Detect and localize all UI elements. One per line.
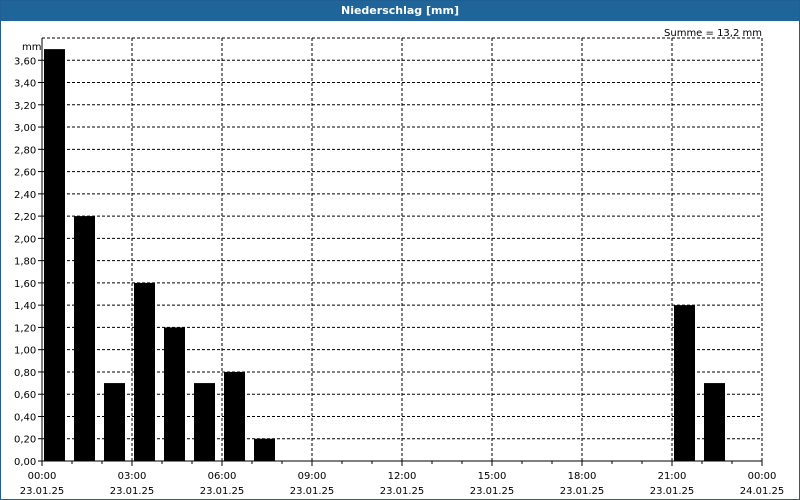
x-tick-time: 00:00 <box>28 471 57 482</box>
x-tick-date: 23.01.25 <box>110 486 155 497</box>
x-tick-time: 12:00 <box>388 471 417 482</box>
x-tick-time: 09:00 <box>298 471 327 482</box>
y-tick-label: 1,60 <box>14 279 36 290</box>
y-tick-label: 1,40 <box>14 301 36 312</box>
y-tick-label: 2,60 <box>14 168 36 179</box>
x-tick-date: 23.01.25 <box>380 486 425 497</box>
bar <box>134 282 155 461</box>
y-tick-label: 3,60 <box>14 56 36 67</box>
y-tick-label: 1,80 <box>14 257 36 268</box>
y-tick-label: 0,40 <box>14 412 36 423</box>
bar <box>254 438 275 461</box>
bar <box>224 371 245 461</box>
y-tick-label: 3,20 <box>14 101 36 112</box>
x-tick-labels: 00:00 23.01.25 03:00 23.01.25 06:00 23.01.25 0… <box>20 471 785 497</box>
x-tick-date: 23.01.25 <box>200 486 245 497</box>
y-tick-label: 2,80 <box>14 145 36 156</box>
x-tick-date: 23.01.25 <box>290 486 335 497</box>
y-tick-label: 3,40 <box>14 79 36 90</box>
x-tick-time: 06:00 <box>208 471 237 482</box>
x-tick-time: 21:00 <box>658 471 687 482</box>
y-tick-label: 0,80 <box>14 368 36 379</box>
x-tick-time: 15:00 <box>478 471 507 482</box>
y-tick-label: 1,20 <box>14 323 36 334</box>
x-tick-date: 24.01.25 <box>740 486 785 497</box>
y-tick-label: 2,40 <box>14 190 36 201</box>
x-tick-time: 03:00 <box>118 471 147 482</box>
bar <box>164 327 185 461</box>
y-tick-labels: 0,00 0,20 0,40 0,60 0,80 1,00 1,20 1,40 1,60 1,80… <box>14 56 36 468</box>
y-tick-label: 0,20 <box>14 435 36 446</box>
bar <box>104 383 125 461</box>
y-tick-label: 2,20 <box>14 212 36 223</box>
y-unit-label: mm <box>22 42 41 53</box>
x-tick-date: 23.01.25 <box>650 486 695 497</box>
bars <box>44 49 725 461</box>
y-tick-label: 0,00 <box>14 457 36 468</box>
precipitation-chart: mm Summe = 13,2 mm 0,00 0,20 0,40 0,60 0,80 1… <box>14 28 785 497</box>
x-tick-date: 23.01.25 <box>20 486 65 497</box>
y-tick-label: 3,00 <box>14 123 36 134</box>
bar <box>194 383 215 461</box>
y-tick-label: 0,60 <box>14 390 36 401</box>
x-tick-time: 00:00 <box>748 471 777 482</box>
x-tick-time: 18:00 <box>568 471 597 482</box>
bar <box>74 216 95 461</box>
bar <box>704 383 725 461</box>
bar <box>674 305 695 461</box>
sum-label: Summe = 13,2 mm <box>664 28 762 39</box>
bar <box>44 49 65 461</box>
y-tick-label: 1,00 <box>14 346 36 357</box>
x-tick-date: 23.01.25 <box>470 486 515 497</box>
y-tick-label: 2,00 <box>14 234 36 245</box>
x-tick-date: 23.01.25 <box>560 486 605 497</box>
